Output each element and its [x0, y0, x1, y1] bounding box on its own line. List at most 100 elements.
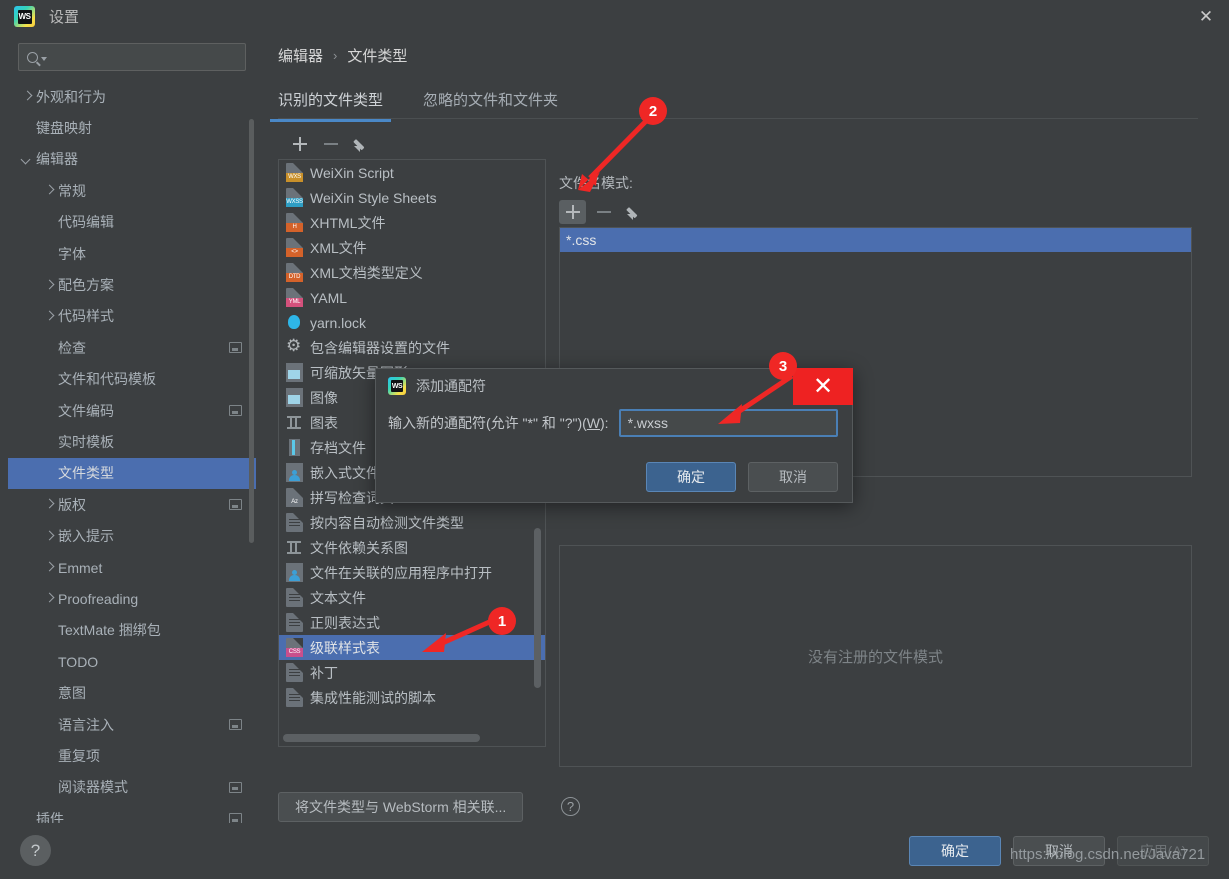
chevron-right-icon[interactable]: [44, 312, 53, 321]
pencil-icon: [627, 205, 642, 220]
chevron-right-icon[interactable]: [22, 92, 31, 101]
sidebar-item-22[interactable]: 阅读器模式: [8, 772, 256, 803]
close-icon[interactable]: ✕: [1183, 0, 1229, 33]
sidebar-item-6[interactable]: 配色方案: [8, 269, 256, 300]
sidebar-item-15[interactable]: Emmet: [8, 552, 256, 583]
sidebar-item-20[interactable]: 语言注入: [8, 709, 256, 740]
filetype-row[interactable]: yarn.lock: [279, 310, 545, 335]
image-thumb: [288, 370, 300, 379]
filetype-row[interactable]: 补丁: [279, 660, 545, 685]
webstorm-logo-text: WS: [17, 9, 32, 24]
sidebar-item-4[interactable]: 代码编辑: [8, 207, 256, 238]
filetype-graph-icon: [286, 538, 303, 557]
filetype-row[interactable]: 文件依赖关系图: [279, 535, 545, 560]
filetype-row[interactable]: 包含编辑器设置的文件: [279, 335, 545, 360]
sidebar-item-2[interactable]: 编辑器: [8, 144, 256, 175]
sidebar-item-10[interactable]: 文件编码: [8, 395, 256, 426]
filetype-row[interactable]: H XHTML文件: [279, 210, 545, 235]
filetype-row[interactable]: <> XML文件: [279, 235, 545, 260]
sidebar-item-label: 语言注入: [58, 716, 114, 733]
chevron-right-icon[interactable]: [44, 186, 53, 195]
sidebar-item-label: 实时模板: [58, 433, 114, 450]
dialog-cancel-button[interactable]: 取消: [748, 462, 838, 492]
sidebar-item-11[interactable]: 实时模板: [8, 426, 256, 457]
filetype-row[interactable]: DTD XML文档类型定义: [279, 260, 545, 285]
sidebar-item-16[interactable]: Proofreading: [8, 583, 256, 614]
chevron-down-icon[interactable]: [22, 155, 31, 164]
sidebar-item-12[interactable]: 文件类型: [8, 457, 256, 490]
filetype-remove-button[interactable]: [317, 132, 344, 156]
sidebar-item-18[interactable]: TODO: [8, 646, 256, 677]
filetype-edit-button[interactable]: [348, 132, 375, 156]
pattern-add-button[interactable]: [559, 200, 586, 224]
sidebar-item-0[interactable]: 外观和行为: [8, 81, 256, 112]
chevron-right-icon[interactable]: [44, 500, 53, 509]
sidebar-item-1[interactable]: 键盘映射: [8, 112, 256, 143]
dialog-title: 添加通配符: [416, 378, 486, 394]
settings-sidebar: 外观和行为键盘映射 编辑器 常规 代码编辑 字体 配色方案代码样式检查 文件和代码模板 文件编…: [8, 33, 256, 823]
wildcard-input[interactable]: [618, 409, 838, 437]
filetype-label: 文本文件: [310, 589, 366, 606]
project-scope-icon: [229, 813, 242, 823]
filetype-row[interactable]: WXS WeiXin Script: [279, 160, 545, 185]
filetype-badge-label: Az: [286, 498, 303, 507]
filetype-label: XHTML文件: [310, 214, 386, 231]
window-title: 设置: [49, 9, 80, 26]
help-icon[interactable]: ?: [20, 835, 51, 866]
settings-tree: 外观和行为键盘映射 编辑器 常规 代码编辑 字体 配色方案代码样式检查 文件和代码模板 文件编…: [8, 81, 256, 823]
chevron-right-icon[interactable]: [44, 532, 53, 541]
dialog-ok-button[interactable]: 确定: [646, 462, 736, 492]
search-box[interactable]: [18, 43, 246, 71]
filetype-horizontal-scrollbar[interactable]: [283, 734, 480, 742]
sidebar-item-label: 代码样式: [58, 308, 114, 325]
sidebar-item-label: 嵌入提示: [58, 528, 114, 545]
sidebar-item-9[interactable]: 文件和代码模板: [8, 364, 256, 395]
filetype-row[interactable]: 集成性能测试的脚本: [279, 685, 545, 710]
chevron-right-icon[interactable]: [44, 563, 53, 572]
pattern-edit-button[interactable]: [621, 200, 648, 224]
graph-bars: [290, 418, 292, 427]
filetype-row[interactable]: 按内容自动检测文件类型: [279, 510, 545, 535]
filetype-vertical-scrollbar[interactable]: [534, 528, 541, 688]
filetype-row[interactable]: 文件在关联的应用程序中打开: [279, 560, 545, 585]
sidebar-scrollbar[interactable]: [249, 119, 254, 543]
chevron-right-icon[interactable]: [44, 594, 53, 603]
filetype-row[interactable]: YML YAML: [279, 285, 545, 310]
sidebar-item-23[interactable]: 插件: [8, 803, 256, 823]
sidebar-item-8[interactable]: 检查: [8, 332, 256, 363]
associate-help-icon[interactable]: ?: [561, 797, 580, 816]
pattern-panel-label: 文件名模式:: [559, 175, 633, 191]
filetype-badge-label: DTD: [286, 273, 303, 282]
ok-button[interactable]: 确定: [909, 836, 1001, 866]
filetype-row[interactable]: 文本文件: [279, 585, 545, 610]
sidebar-item-7[interactable]: 代码样式: [8, 301, 256, 332]
search-input[interactable]: [52, 48, 237, 66]
breadcrumb-parent[interactable]: 编辑器: [278, 45, 323, 66]
sidebar-item-3[interactable]: 常规: [8, 175, 256, 206]
sidebar-item-21[interactable]: 重复项: [8, 740, 256, 771]
filetype-badge-label: <>: [286, 248, 303, 257]
filetype-row[interactable]: CSS 级联样式表: [279, 635, 545, 660]
sidebar-item-19[interactable]: 意图: [8, 677, 256, 708]
associate-filetypes-button[interactable]: 将文件类型与 WebStorm 相关联...: [278, 792, 524, 822]
dialog-body: 输入新的通配符(允许 "*" 和 "?")(W):: [376, 403, 852, 437]
pattern-remove-button[interactable]: [590, 200, 617, 224]
add-wildcard-dialog: WS 添加通配符 输入新的通配符(允许 "*" 和 "?")(W): 确定 取消: [375, 368, 853, 503]
filetype-row[interactable]: WXSS WeiXin Style Sheets: [279, 185, 545, 210]
sidebar-item-13[interactable]: 版权: [8, 489, 256, 520]
sidebar-item-5[interactable]: 字体: [8, 238, 256, 269]
filetype-person-icon: [286, 463, 303, 482]
sidebar-item-17[interactable]: TextMate 捆绑包: [8, 615, 256, 646]
sidebar-item-label: 外观和行为: [36, 88, 106, 105]
chevron-right-icon[interactable]: [44, 281, 53, 290]
sidebar-item-label: 文件类型: [58, 465, 114, 482]
filetype-add-button[interactable]: [286, 132, 313, 156]
sidebar-item-14[interactable]: 嵌入提示: [8, 520, 256, 551]
filetype-label: 图像: [310, 389, 338, 406]
pattern-row[interactable]: *.css: [560, 228, 1191, 252]
